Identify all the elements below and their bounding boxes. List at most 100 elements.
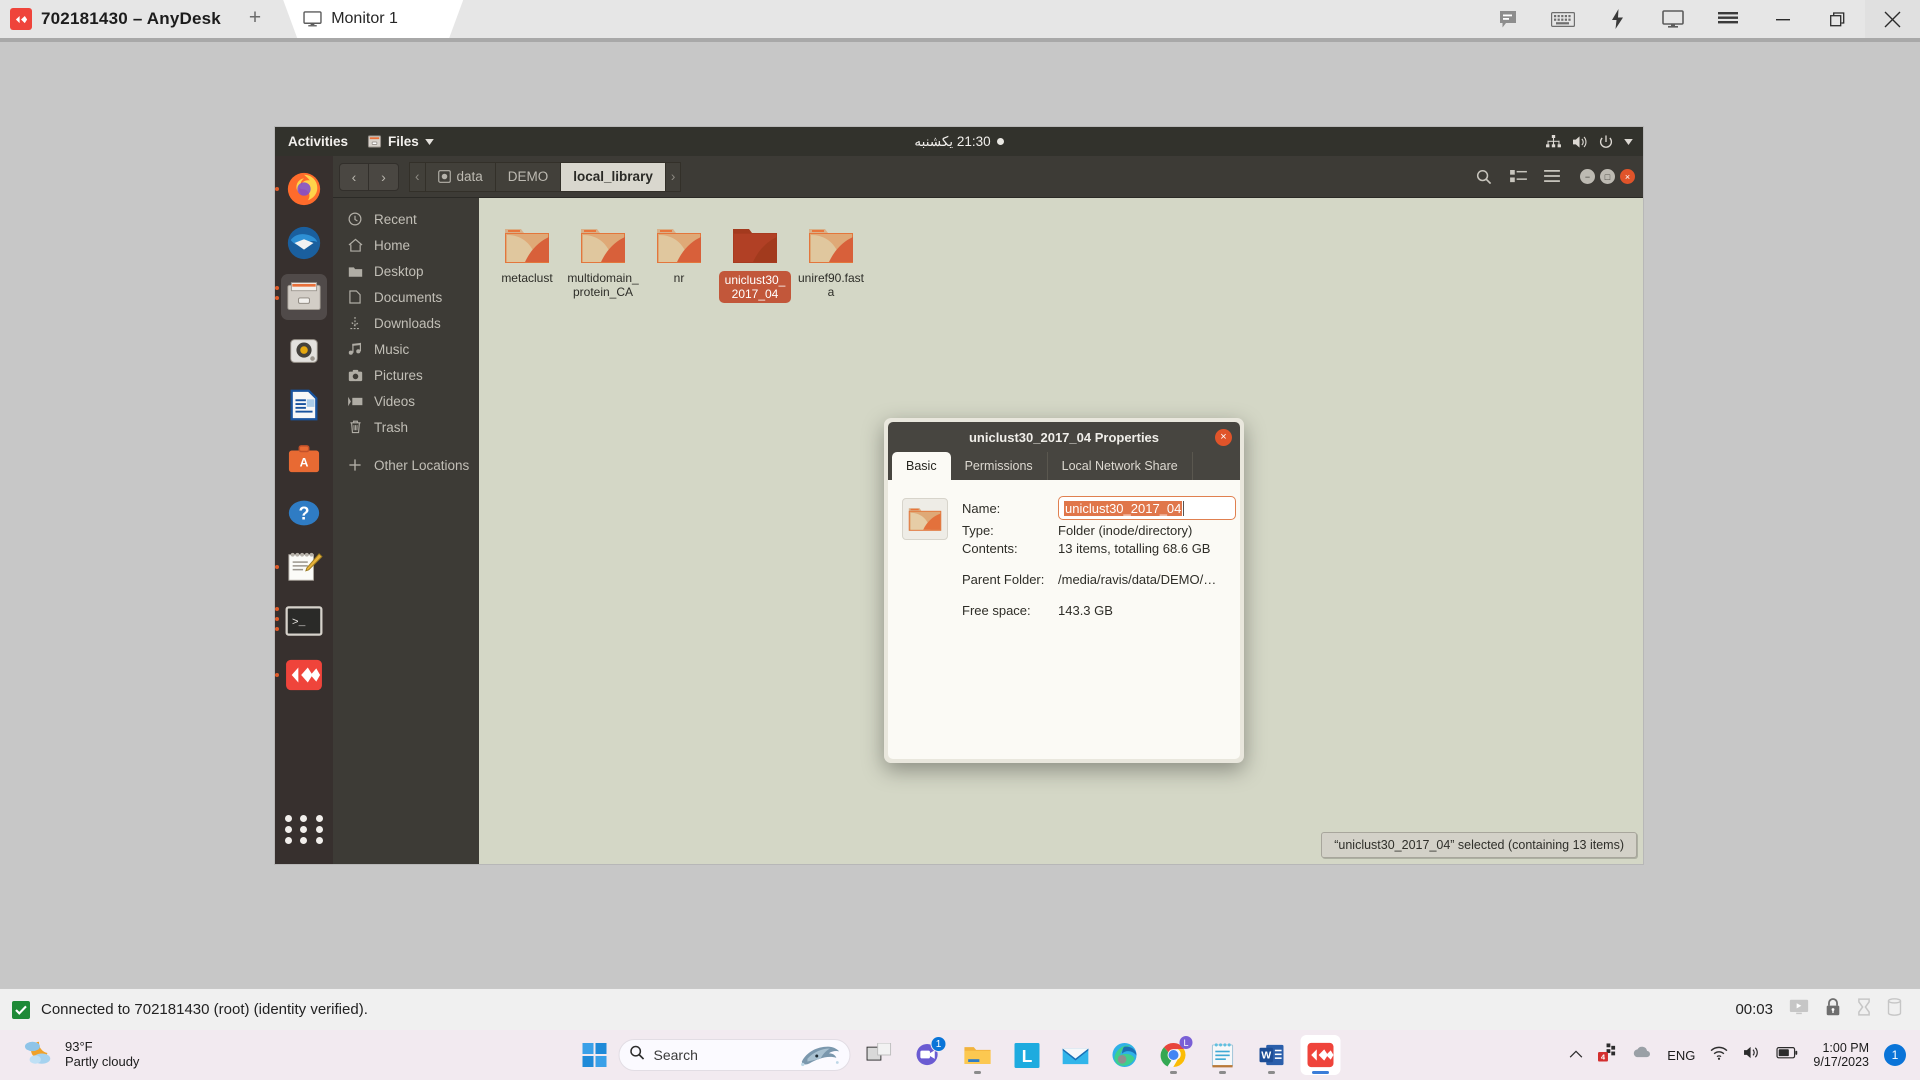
sidebar-item-home[interactable]: Home	[333, 232, 479, 258]
sidebar-item-recent[interactable]: Recent	[333, 206, 479, 232]
show-applications-button[interactable]	[283, 808, 325, 850]
tab-permissions[interactable]: Permissions	[951, 452, 1048, 480]
forward-button[interactable]: ›	[369, 162, 399, 191]
gnome-system-status[interactable]	[1546, 134, 1643, 149]
taskbar-app-google-chrome[interactable]: L	[1154, 1035, 1194, 1075]
dock-item-libreoffice-writer[interactable]	[281, 382, 327, 428]
search-icon[interactable]	[1468, 163, 1500, 191]
dock-item-terminal[interactable]: >_	[275, 598, 327, 644]
file-item-nr[interactable]: nr	[641, 220, 717, 306]
taskbar-app-anydesk[interactable]	[1300, 1035, 1341, 1075]
running-indicator	[1219, 1071, 1226, 1074]
file-item-uniclust30-2017-04[interactable]: uniclust30_2017_04	[717, 220, 793, 306]
taskbar-app-microsoft-teams[interactable]: 1	[909, 1035, 949, 1075]
battery-icon[interactable]	[1776, 1046, 1798, 1064]
sidebar-item-label: Downloads	[374, 315, 441, 331]
notification-center-button[interactable]: 1	[1884, 1044, 1906, 1066]
new-tab-button[interactable]: +	[249, 7, 261, 31]
file-item-metaclust[interactable]: metaclust	[489, 220, 565, 306]
gnome-clock-text: 21:30 یکشنبه	[914, 133, 991, 149]
sidebar-item-downloads[interactable]: Downloads	[333, 310, 479, 336]
folder-thumbnail-icon	[902, 498, 948, 540]
start-button[interactable]	[580, 1040, 610, 1070]
sidebar-item-music[interactable]: Music	[333, 336, 479, 362]
taskbar-app-file-explorer[interactable]	[958, 1035, 998, 1075]
keyboard-icon[interactable]	[1535, 0, 1590, 38]
tab-basic[interactable]: Basic	[892, 452, 951, 480]
hourglass-icon	[1857, 998, 1871, 1021]
breadcrumb-scroll-right[interactable]: ›	[664, 161, 682, 192]
profile-badge: L	[1179, 1036, 1193, 1049]
taskbar-app-linkedin[interactable]: L	[1007, 1035, 1047, 1075]
tray-overflow-button[interactable]	[1569, 1046, 1583, 1064]
taskbar-app-mail[interactable]	[1056, 1035, 1096, 1075]
svg-text:A: A	[300, 456, 309, 470]
tab-local-network-share[interactable]: Local Network Share	[1048, 452, 1193, 480]
field-value[interactable]: /media/ravis/data/DEMO/…	[1058, 572, 1216, 587]
dock-item-rhythmbox[interactable]	[281, 328, 327, 374]
hamburger-menu-icon[interactable]	[1536, 163, 1568, 191]
chat-icon[interactable]	[1480, 0, 1535, 38]
minimize-icon[interactable]	[1755, 0, 1810, 38]
back-button[interactable]: ‹	[339, 162, 369, 191]
app-menu-files[interactable]: Files	[359, 134, 442, 149]
files-window: ‹ › ‹ data DEMO local_library › − □ × Re…	[333, 156, 1643, 864]
maximize-button[interactable]: □	[1600, 169, 1615, 184]
screen-share-icon[interactable]	[1789, 999, 1809, 1020]
clipboard-icon	[1887, 998, 1902, 1021]
search-input[interactable]: Search	[618, 1039, 851, 1071]
minimize-button[interactable]: −	[1580, 169, 1595, 184]
dock-item-firefox[interactable]	[275, 166, 327, 212]
anydesk-tab-monitor-1[interactable]: Monitor 1	[283, 0, 463, 38]
sidebar-item-trash[interactable]: Trash	[333, 414, 479, 440]
taskbar-clock[interactable]: 1:00 PM 9/17/2023	[1813, 1041, 1869, 1070]
hamburger-menu-icon[interactable]	[1700, 0, 1755, 38]
dock-item-help[interactable]: ?	[281, 490, 327, 536]
sidebar-item-desktop[interactable]: Desktop	[333, 258, 479, 284]
close-icon[interactable]	[1865, 0, 1920, 38]
lock-icon[interactable]	[1825, 998, 1841, 1021]
wifi-icon[interactable]	[1710, 1046, 1728, 1065]
volume-icon[interactable]	[1743, 1045, 1761, 1065]
close-icon[interactable]: ×	[1215, 428, 1232, 446]
search-placeholder-label: Search	[653, 1047, 698, 1063]
language-indicator[interactable]: ENG	[1667, 1048, 1695, 1063]
view-grid-icon[interactable]	[1502, 163, 1534, 191]
chevron-down-icon	[425, 138, 434, 145]
files-icon-view[interactable]: metaclust multidomain_protein_CA nr unic…	[479, 198, 1643, 864]
lightning-icon[interactable]	[1590, 0, 1645, 38]
taskbar-app-notepad[interactable]	[1203, 1035, 1243, 1075]
sidebar-item-documents[interactable]: Documents	[333, 284, 479, 310]
sidebar-item-other-locations[interactable]: Other Locations	[333, 452, 479, 478]
file-item-multidomain-protein-ca[interactable]: multidomain_protein_CA	[565, 220, 641, 306]
dock-item-text-editor[interactable]	[275, 544, 327, 590]
breadcrumb-item-local-library[interactable]: local_library	[560, 161, 665, 192]
breadcrumb-item-demo[interactable]: DEMO	[494, 161, 561, 192]
file-item-uniref90-fasta[interactable]: uniref90.fasta	[793, 220, 869, 306]
file-label: uniclust30_2017_04	[719, 271, 791, 303]
dock-item-anydesk[interactable]	[275, 652, 327, 698]
dock-item-thunderbird[interactable]	[281, 220, 327, 266]
activities-button[interactable]: Activities	[275, 134, 359, 149]
close-button[interactable]: ×	[1620, 169, 1635, 184]
weather-widget[interactable]: 93°F Partly cloudy	[0, 1038, 139, 1073]
sidebar-item-videos[interactable]: Videos	[333, 388, 479, 414]
sidebar-item-pictures[interactable]: Pictures	[333, 362, 479, 388]
breadcrumb-scroll-left[interactable]: ‹	[409, 161, 425, 192]
taskbar-app-task-view[interactable]	[860, 1035, 900, 1075]
taskbar-app-microsoft-word[interactable]: W	[1252, 1035, 1292, 1075]
document-icon	[347, 290, 363, 304]
sidebar-item-label: Pictures	[374, 367, 423, 383]
dock-item-ubuntu-software[interactable]: A	[281, 436, 327, 482]
name-input[interactable]: uniclust30_2017_04	[1058, 496, 1236, 520]
display-icon[interactable]	[1645, 0, 1700, 38]
anydesk-status-bar: Connected to 702181430 (root) (identity …	[0, 988, 1920, 1030]
breadcrumb-item-data[interactable]: data	[424, 161, 495, 192]
restore-icon[interactable]	[1810, 0, 1865, 38]
dock-item-files[interactable]	[275, 274, 327, 320]
remote-desktop-viewport[interactable]: Activities Files 21:30 یکشنبه A ? >_ ‹ ›…	[0, 42, 1920, 988]
update-icon[interactable]: 4	[1598, 1043, 1617, 1067]
gnome-clock[interactable]: 21:30 یکشنبه	[859, 134, 1059, 150]
taskbar-app-microsoft-edge[interactable]	[1105, 1035, 1145, 1075]
onedrive-icon[interactable]	[1632, 1046, 1652, 1064]
